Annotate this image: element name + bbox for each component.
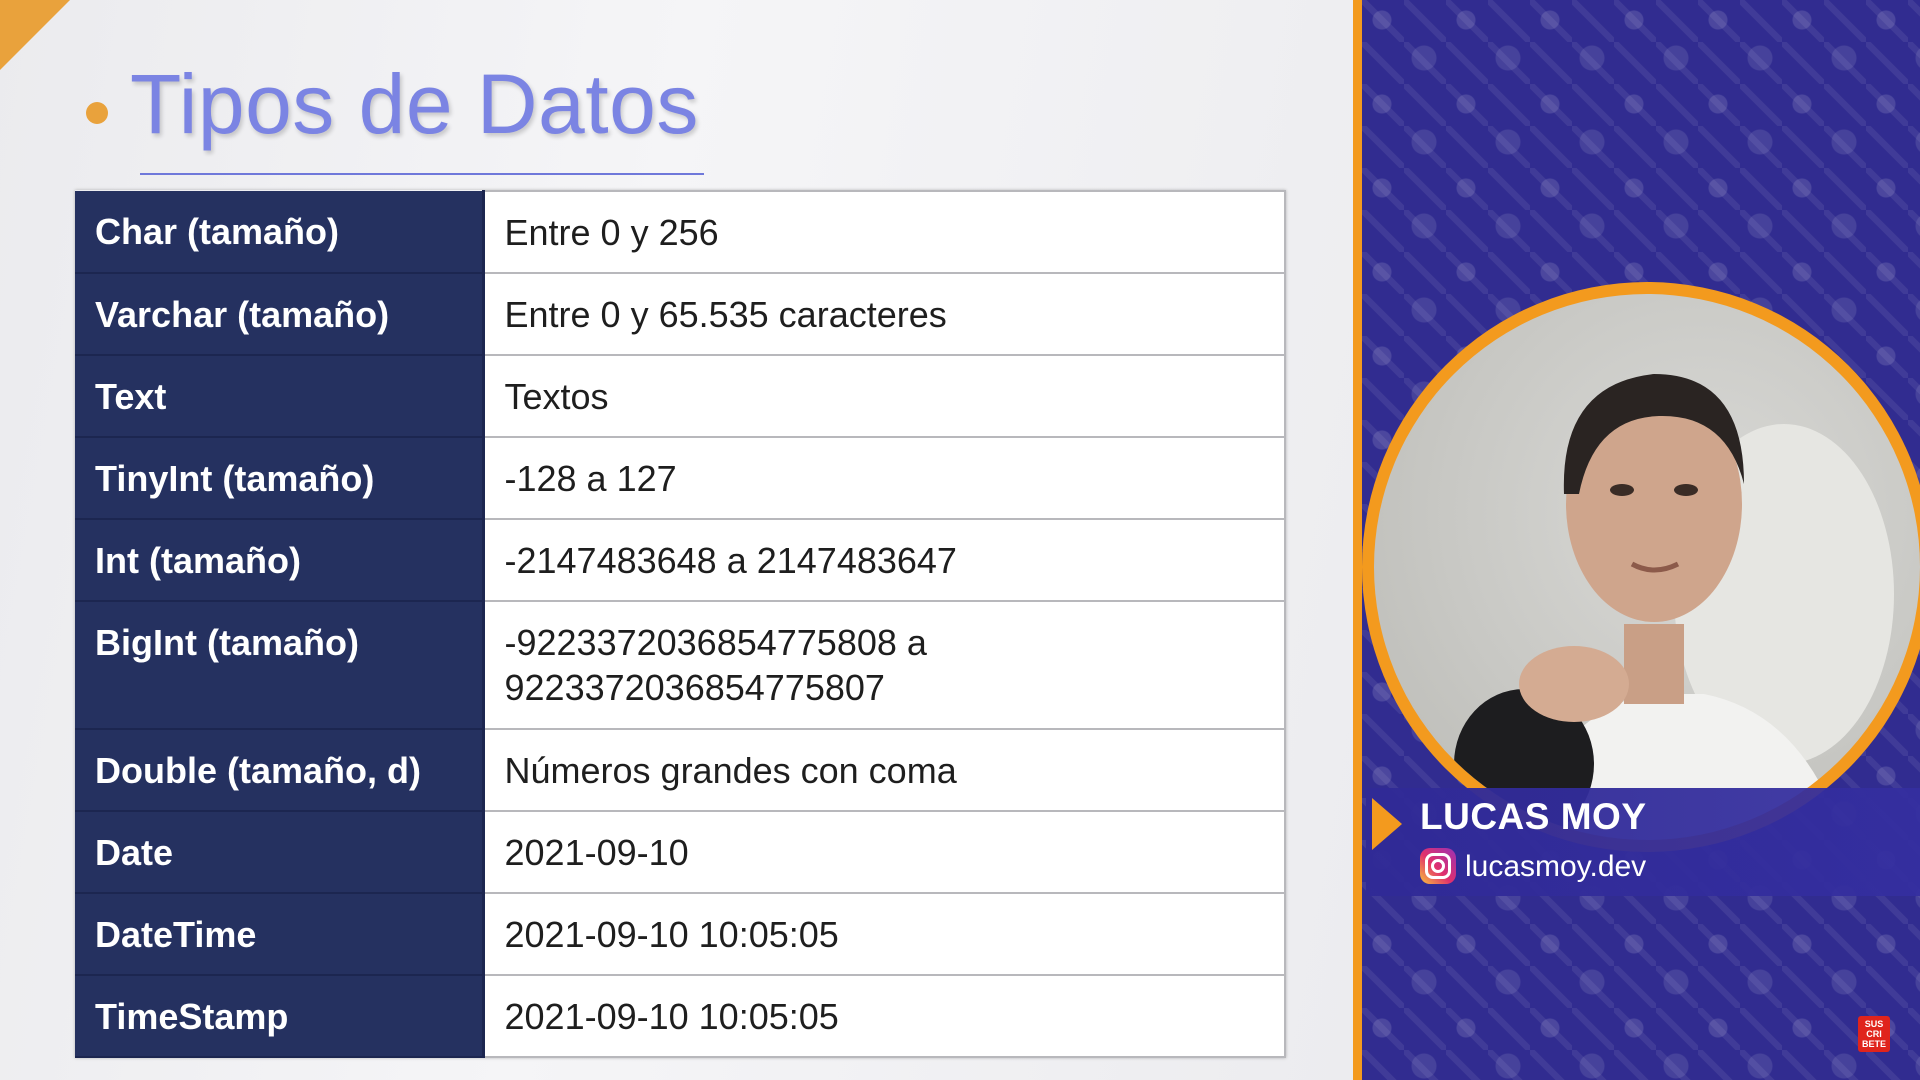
- type-cell: Int (tamaño): [75, 519, 485, 602]
- desc-cell: 2021-09-10 10:05:05: [482, 892, 1286, 976]
- desc-cell: Entre 0 y 256: [482, 190, 1286, 274]
- presenter-name: LUCAS MOY: [1420, 796, 1647, 837]
- data-types-table: Char (tamaño) Entre 0 y 256 Varchar (tam…: [75, 190, 1286, 1058]
- desc-cell: -2147483648 a 2147483647: [482, 518, 1286, 602]
- type-cell: Double (tamaño, d): [75, 729, 485, 812]
- table-row: TimeStamp 2021-09-10 10:05:05: [75, 974, 1286, 1058]
- table-row: Char (tamaño) Entre 0 y 256: [75, 190, 1286, 274]
- table-row: Double (tamaño, d) Números grandes con c…: [75, 728, 1286, 812]
- webcam-feed: [1374, 294, 1920, 840]
- desc-cell: -9223372036854775808 a 92233720368547758…: [482, 600, 1286, 730]
- desc-cell: Entre 0 y 65.535 caracteres: [482, 272, 1286, 356]
- title-underline: [140, 173, 704, 175]
- desc-cell: 2021-09-10: [482, 810, 1286, 894]
- table-row: BigInt (tamaño) -9223372036854775808 a 9…: [75, 600, 1286, 730]
- instagram-icon: [1420, 848, 1456, 884]
- type-cell: Varchar (tamaño): [75, 273, 485, 356]
- desc-cell: Números grandes con coma: [482, 728, 1286, 812]
- type-cell: Text: [75, 355, 485, 438]
- type-cell: Char (tamaño): [75, 191, 485, 274]
- type-cell: BigInt (tamaño): [75, 601, 485, 730]
- desc-cell: -128 a 127: [482, 436, 1286, 520]
- desc-cell: 2021-09-10 10:05:05: [482, 974, 1286, 1058]
- corner-decoration: [0, 0, 70, 70]
- presenter-handle: lucasmoy.dev: [1465, 850, 1647, 883]
- slide-title: Tipos de Datos: [130, 57, 699, 151]
- type-cell: TimeStamp: [75, 975, 485, 1058]
- slide: Tipos de Datos Char (tamaño) Entre 0 y 2…: [0, 0, 1356, 1080]
- table-row: DateTime 2021-09-10 10:05:05: [75, 892, 1286, 976]
- panel-border: [1353, 0, 1362, 1080]
- table-row: Date 2021-09-10: [75, 810, 1286, 894]
- type-cell: TinyInt (tamaño): [75, 437, 485, 520]
- title-bullet-icon: [86, 102, 108, 124]
- table-row: Int (tamaño) -2147483648 a 2147483647: [75, 518, 1286, 602]
- presenter-figure: [1454, 374, 1894, 840]
- table-row: Varchar (tamaño) Entre 0 y 65.535 caract…: [75, 272, 1286, 356]
- subscribe-button[interactable]: SUS CRI BETE: [1858, 1016, 1890, 1052]
- desc-cell: Textos: [482, 354, 1286, 438]
- table-row: Text Textos: [75, 354, 1286, 438]
- type-cell: Date: [75, 811, 485, 894]
- type-cell: DateTime: [75, 893, 485, 976]
- play-arrow-icon: [1372, 798, 1402, 850]
- table-row: TinyInt (tamaño) -128 a 127: [75, 436, 1286, 520]
